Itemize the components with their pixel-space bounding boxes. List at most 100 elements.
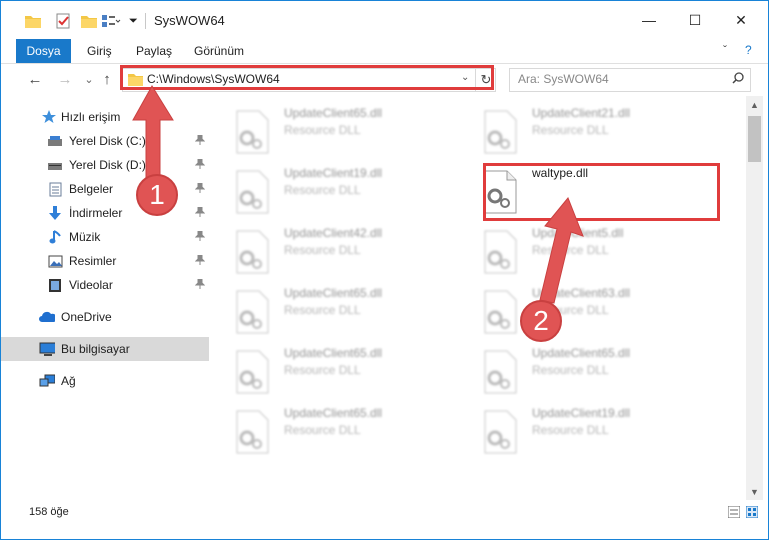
help-icon[interactable]: ? [745, 43, 752, 57]
dll-file-icon [235, 230, 269, 274]
pin-icon[interactable] [194, 158, 206, 172]
file-type: Resource DLL [284, 423, 361, 437]
details-view-icon[interactable] [727, 505, 741, 519]
sidebar-item-downloads[interactable]: İndirmeler [1, 201, 209, 225]
file-type: Resource DLL [284, 303, 361, 317]
drive-icon [47, 157, 63, 173]
scroll-down-icon[interactable]: ▼ [746, 483, 763, 500]
file-name: UpdateClient19.dll [532, 406, 631, 420]
dll-file-icon [235, 170, 269, 214]
explorer-window: ⏷ SysWOW64 — ☐ ✕ Dosya Giriş Paylaş Görü… [0, 0, 769, 540]
tab-view[interactable]: Görünüm [194, 39, 244, 63]
scroll-up-icon[interactable]: ▲ [746, 96, 763, 113]
new-folder-icon[interactable] [81, 11, 97, 31]
file-name: UpdateClient65.dll [532, 346, 631, 360]
sidebar-item-pictures[interactable]: Resimler [1, 249, 209, 273]
file-item[interactable]: UpdateClient19.dll Resource DLL [211, 164, 451, 220]
sidebar-item-label: İndirmeler [69, 206, 123, 220]
sidebar-item-label: Müzik [69, 230, 101, 244]
file-item[interactable]: UpdateClient65.dll Resource DLL [459, 344, 699, 400]
file-item[interactable]: UpdateClient21.dll Resource DLL [459, 104, 699, 160]
dll-file-icon [483, 350, 517, 394]
tab-file[interactable]: Dosya [16, 39, 71, 63]
sidebar-item-drive-c[interactable]: Yerel Disk (C:) [1, 129, 209, 153]
file-item[interactable]: UpdateClient42.dll Resource DLL [211, 224, 451, 280]
file-type: Resource DLL [284, 243, 361, 257]
dll-file-icon [235, 110, 269, 154]
title-bar: ⏷ SysWOW64 — ☐ ✕ [1, 1, 768, 39]
ribbon-tabs: Dosya Giriş Paylaş Görünüm ˇ ? [1, 39, 768, 64]
file-name: UpdateClient65.dll [284, 346, 383, 360]
file-item[interactable]: UpdateClient63.dll Resource DLL [459, 284, 699, 340]
file-highlight [483, 163, 720, 221]
drive-icon [47, 133, 63, 149]
file-name: UpdateClient5.dll [532, 226, 624, 240]
file-name: UpdateClient65.dll [284, 286, 383, 300]
up-button[interactable]: ↑ [97, 69, 117, 89]
back-button[interactable]: ← [25, 69, 45, 89]
minimize-button[interactable]: — [626, 1, 672, 39]
scroll-thumb[interactable] [748, 116, 761, 162]
dll-file-icon [483, 290, 517, 334]
file-type: Resource DLL [532, 123, 609, 137]
pin-icon[interactable] [194, 182, 206, 196]
file-name: UpdateClient63.dll [532, 286, 631, 300]
dll-file-icon [235, 410, 269, 454]
file-type: Resource DLL [284, 183, 361, 197]
file-name: UpdateClient19.dll [284, 166, 383, 180]
sidebar-item-quick-access[interactable]: Hızlı erişim [1, 105, 209, 129]
documents-icon [47, 181, 63, 197]
vertical-scrollbar[interactable]: ▲ ▼ [746, 96, 763, 500]
pin-icon[interactable] [194, 134, 206, 148]
maximize-button[interactable]: ☐ [672, 1, 718, 39]
tab-home[interactable]: Giriş [87, 39, 112, 63]
video-icon [47, 277, 63, 293]
properties-icon[interactable] [55, 11, 71, 31]
pin-icon[interactable] [194, 230, 206, 244]
step-2-marker: 2 [520, 300, 562, 342]
search-box[interactable]: Ara: SysWOW64 [509, 68, 751, 92]
sidebar-item-videos[interactable]: Videolar [1, 273, 209, 297]
file-item[interactable]: UpdateClient65.dll Resource DLL [211, 284, 451, 340]
file-type: Resource DLL [284, 363, 361, 377]
recent-locations-button[interactable]: ⌄ [79, 69, 99, 89]
sidebar-item-this-pc[interactable]: Bu bilgisayar [1, 337, 209, 361]
pin-icon[interactable] [194, 254, 206, 268]
view-toggle-icon[interactable] [101, 11, 121, 31]
pictures-icon [47, 253, 63, 269]
pin-icon[interactable] [194, 206, 206, 220]
sidebar-item-label: Yerel Disk (C:) [69, 134, 146, 148]
close-button[interactable]: ✕ [718, 1, 764, 39]
large-icons-view-icon[interactable] [745, 505, 759, 519]
sidebar-item-label: Bu bilgisayar [61, 342, 130, 356]
download-icon [47, 205, 63, 221]
file-item[interactable]: UpdateClient5.dll Resource DLL [459, 224, 699, 280]
status-bar: 158 öğe [1, 501, 768, 525]
search-placeholder: Ara: SysWOW64 [518, 72, 609, 86]
file-type: Resource DLL [532, 423, 609, 437]
file-item[interactable]: UpdateClient65.dll Resource DLL [211, 104, 451, 160]
cloud-icon [39, 309, 55, 325]
sidebar-item-network[interactable]: Ağ [1, 369, 209, 393]
file-item[interactable]: UpdateClient65.dll Resource DLL [211, 344, 451, 400]
file-item[interactable]: UpdateClient65.dll Resource DLL [211, 404, 451, 460]
dll-file-icon [483, 230, 517, 274]
ribbon-collapse-icon[interactable]: ˇ [723, 43, 727, 57]
sidebar-item-drive-d[interactable]: Yerel Disk (D:) [1, 153, 209, 177]
file-name: UpdateClient65.dll [284, 406, 383, 420]
tab-share[interactable]: Paylaş [136, 39, 172, 63]
file-name: UpdateClient21.dll [532, 106, 631, 120]
customize-toolbar-icon[interactable]: ⏷ [129, 11, 138, 31]
network-icon [39, 373, 55, 389]
folder-icon [25, 11, 41, 31]
sidebar-item-onedrive[interactable]: OneDrive [1, 305, 209, 329]
pin-icon[interactable] [194, 278, 206, 292]
sidebar-item-label: OneDrive [61, 310, 112, 324]
file-list: UpdateClient65.dll Resource DLL UpdateCl… [211, 96, 746, 496]
sidebar-item-music[interactable]: Müzik [1, 225, 209, 249]
file-item[interactable]: UpdateClient19.dll Resource DLL [459, 404, 699, 460]
forward-button[interactable]: → [55, 69, 75, 89]
window-title: SysWOW64 [154, 13, 225, 28]
search-icon[interactable] [732, 72, 744, 87]
dll-file-icon [235, 350, 269, 394]
